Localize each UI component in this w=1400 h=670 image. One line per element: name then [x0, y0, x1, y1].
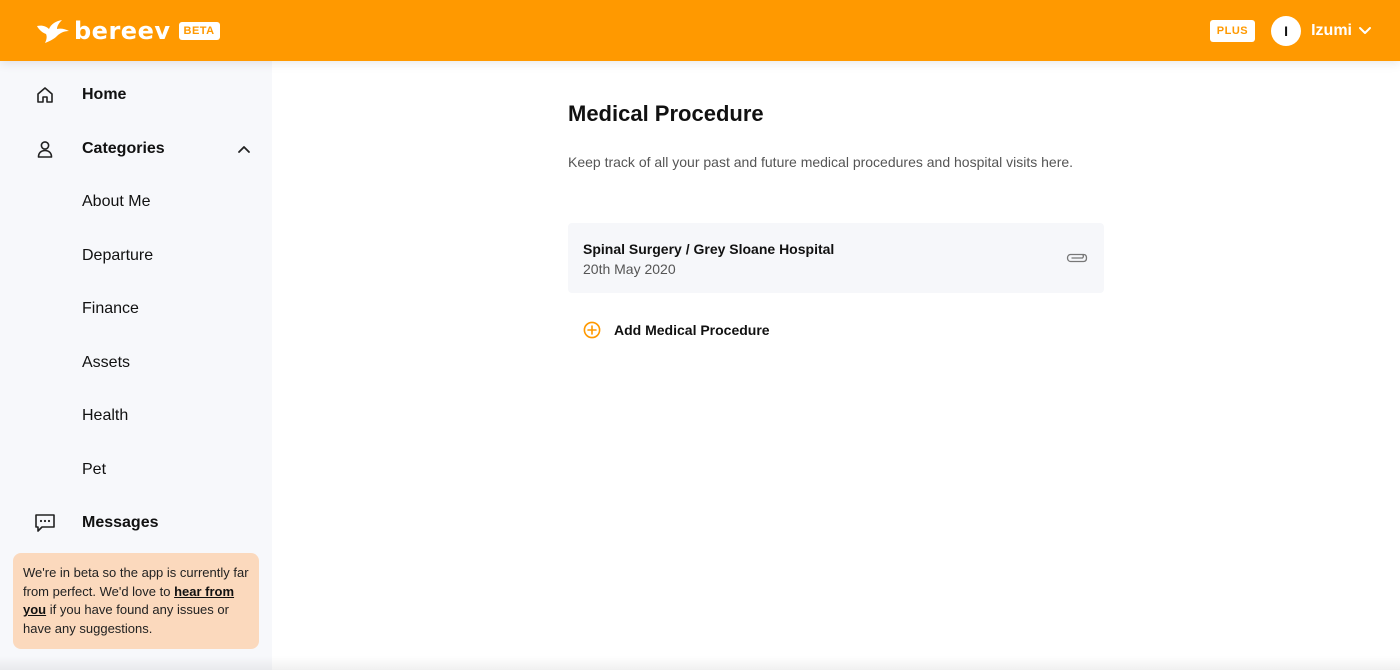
home-icon — [34, 84, 56, 106]
avatar[interactable]: I — [1271, 15, 1302, 46]
sidebar-item-home[interactable]: Home — [0, 75, 272, 115]
brand[interactable]: bereev BETA — [36, 17, 220, 45]
beta-feedback-note: We're in beta so the app is currently fa… — [13, 553, 259, 649]
user-icon — [34, 138, 56, 160]
sidebar-item-label: Messages — [82, 514, 159, 531]
sidebar-item-departure[interactable]: Departure — [0, 236, 272, 276]
plus-circle-icon — [582, 320, 602, 340]
add-medical-procedure-label: Add Medical Procedure — [614, 322, 770, 338]
procedure-date: 20th May 2020 — [583, 261, 676, 277]
sidebar-item-label: Pet — [82, 461, 107, 478]
sidebar-item-label: Assets — [82, 354, 131, 371]
paperclip-icon[interactable] — [1065, 248, 1089, 268]
procedure-card[interactable]: Spinal Surgery / Grey Sloane Hospital 20… — [568, 223, 1104, 293]
sidebar-item-label: Categories — [82, 140, 165, 157]
sidebar-item-label: Departure — [82, 247, 154, 264]
chevron-down-icon[interactable] — [1358, 26, 1372, 36]
page-description: Keep track of all your past and future m… — [568, 154, 1074, 170]
add-medical-procedure-button[interactable]: Add Medical Procedure — [582, 319, 770, 341]
sidebar: Home Categories About Me Departure Finan… — [0, 61, 272, 670]
chevron-up-icon[interactable] — [234, 139, 254, 159]
sidebar-item-label: Home — [82, 86, 127, 103]
bottom-edge-shadow — [0, 656, 1400, 670]
beta-badge: BETA — [178, 21, 220, 40]
sidebar-item-label: Health — [82, 407, 129, 424]
bird-logo-icon — [36, 18, 70, 44]
page-title: Medical Procedure — [568, 101, 764, 126]
user-name[interactable]: Izumi — [1311, 22, 1352, 40]
chat-icon — [34, 512, 56, 534]
sidebar-item-pet[interactable]: Pet — [0, 450, 272, 490]
brand-name: bereev — [74, 16, 171, 45]
main-content: Medical Procedure Keep track of all your… — [272, 61, 1400, 670]
sidebar-item-health[interactable]: Health — [0, 396, 272, 436]
beta-note-text-end: if you have found any issues or have any… — [23, 602, 229, 636]
sidebar-item-label: About Me — [82, 193, 151, 210]
user-area: PLUS I Izumi — [1209, 15, 1372, 46]
sidebar-item-categories[interactable]: Categories — [0, 129, 272, 169]
sidebar-item-assets[interactable]: Assets — [0, 343, 272, 383]
sidebar-item-finance[interactable]: Finance — [0, 289, 272, 329]
sidebar-item-label: Finance — [82, 300, 139, 317]
top-bar: bereev BETA PLUS I Izumi — [0, 0, 1400, 61]
procedure-title: Spinal Surgery / Grey Sloane Hospital — [583, 241, 835, 257]
plus-badge[interactable]: PLUS — [1209, 19, 1256, 42]
sidebar-item-messages[interactable]: Messages — [0, 503, 272, 543]
sidebar-item-about-me[interactable]: About Me — [0, 182, 272, 222]
